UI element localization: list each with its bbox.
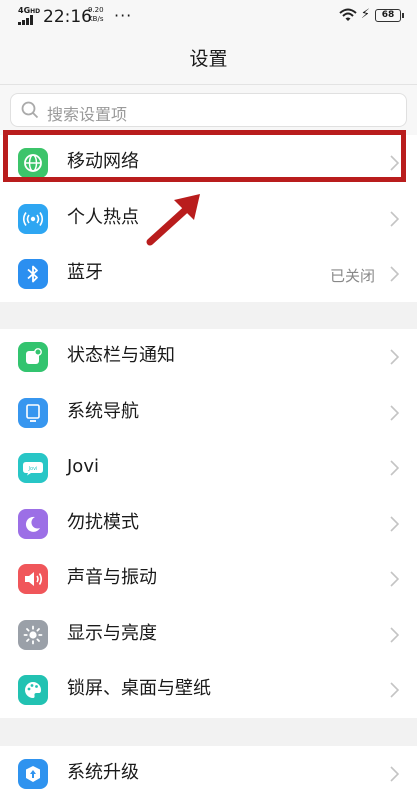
chevron-right-icon (390, 571, 399, 587)
settings-item-label: 个人热点 (67, 206, 139, 228)
search-input[interactable]: 搜索设置项 (10, 93, 407, 127)
chevron-right-icon (390, 515, 399, 532)
bluetooth-icon (18, 259, 48, 289)
annotation-arrow-icon (146, 194, 200, 246)
settings-item-label: 锁屏、桌面与壁纸 (67, 678, 211, 699)
settings-item-jovi[interactable]: Jovi Jovi (0, 440, 417, 496)
chevron-right-icon (390, 404, 399, 421)
settings-item-sound[interactable]: 声音与振动 (0, 551, 417, 607)
page-title: 设置 (189, 48, 228, 70)
sun-icon (18, 619, 48, 650)
notification-icon (18, 342, 48, 372)
status-bar: 4GHD 22:16 9.20 KB/s ··· ⚡ 68 (0, 0, 417, 34)
search-placeholder: 搜索设置项 (47, 105, 128, 124)
svg-text:Jovi: Jovi (28, 466, 38, 472)
chevron-right-icon (390, 210, 399, 227)
app-header: 设置 (0, 34, 417, 85)
settings-item-system-update[interactable]: 系统升级 (0, 746, 417, 800)
settings-item-label: 勿扰模式 (67, 511, 139, 533)
settings-item-label: 系统升级 (67, 762, 139, 783)
wifi-icon (339, 8, 357, 21)
search-icon (21, 101, 39, 119)
chevron-right-icon (390, 626, 399, 643)
settings-item-label: 声音与振动 (67, 567, 157, 588)
chevron-right-icon (390, 766, 399, 782)
settings-item-bluetooth[interactable]: 蓝牙 已关闭 (0, 246, 417, 302)
charging-icon: ⚡ (360, 7, 370, 22)
speaker-icon (18, 564, 48, 594)
network-speed: 9.20 KB/s (88, 6, 104, 23)
settings-item-display[interactable]: 显示与亮度 (0, 607, 417, 663)
annotation-highlight-box (3, 130, 406, 182)
settings-group-system: 系统升级 (0, 746, 417, 800)
moon-icon (18, 508, 48, 539)
settings-item-label: 系统导航 (67, 400, 139, 422)
battery-icon: 68 (375, 9, 404, 22)
chevron-right-icon (390, 266, 399, 282)
settings-item-lockscreen-wallpaper[interactable]: 锁屏、桌面与壁纸 (0, 662, 417, 718)
navigation-icon (18, 397, 48, 428)
jovi-icon: Jovi (18, 453, 48, 483)
hotspot-icon (18, 203, 48, 234)
bluetooth-status: 已关闭 (329, 267, 375, 285)
chevron-right-icon (390, 349, 399, 365)
settings-group-personalization: 状态栏与通知 系统导航 Jovi Jovi 勿扰模式 声音与振动 显示与亮度 锁… (0, 329, 417, 718)
search-area: 搜索设置项 (0, 85, 417, 135)
palette-icon (18, 675, 48, 705)
settings-item-label: Jovi (67, 456, 99, 477)
clock: 22:16 (43, 7, 92, 27)
settings-item-label: 状态栏与通知 (67, 345, 175, 366)
settings-item-system-navigation[interactable]: 系统导航 (0, 385, 417, 441)
settings-item-label: 蓝牙 (67, 262, 103, 283)
update-icon (18, 759, 48, 789)
settings-item-label: 显示与亮度 (67, 622, 157, 644)
chevron-right-icon (390, 460, 399, 476)
chevron-right-icon (390, 682, 399, 698)
settings-item-do-not-disturb[interactable]: 勿扰模式 (0, 496, 417, 552)
settings-item-status-bar[interactable]: 状态栏与通知 (0, 329, 417, 385)
more-notifications-icon: ··· (114, 6, 133, 25)
signal-icon (18, 15, 34, 25)
